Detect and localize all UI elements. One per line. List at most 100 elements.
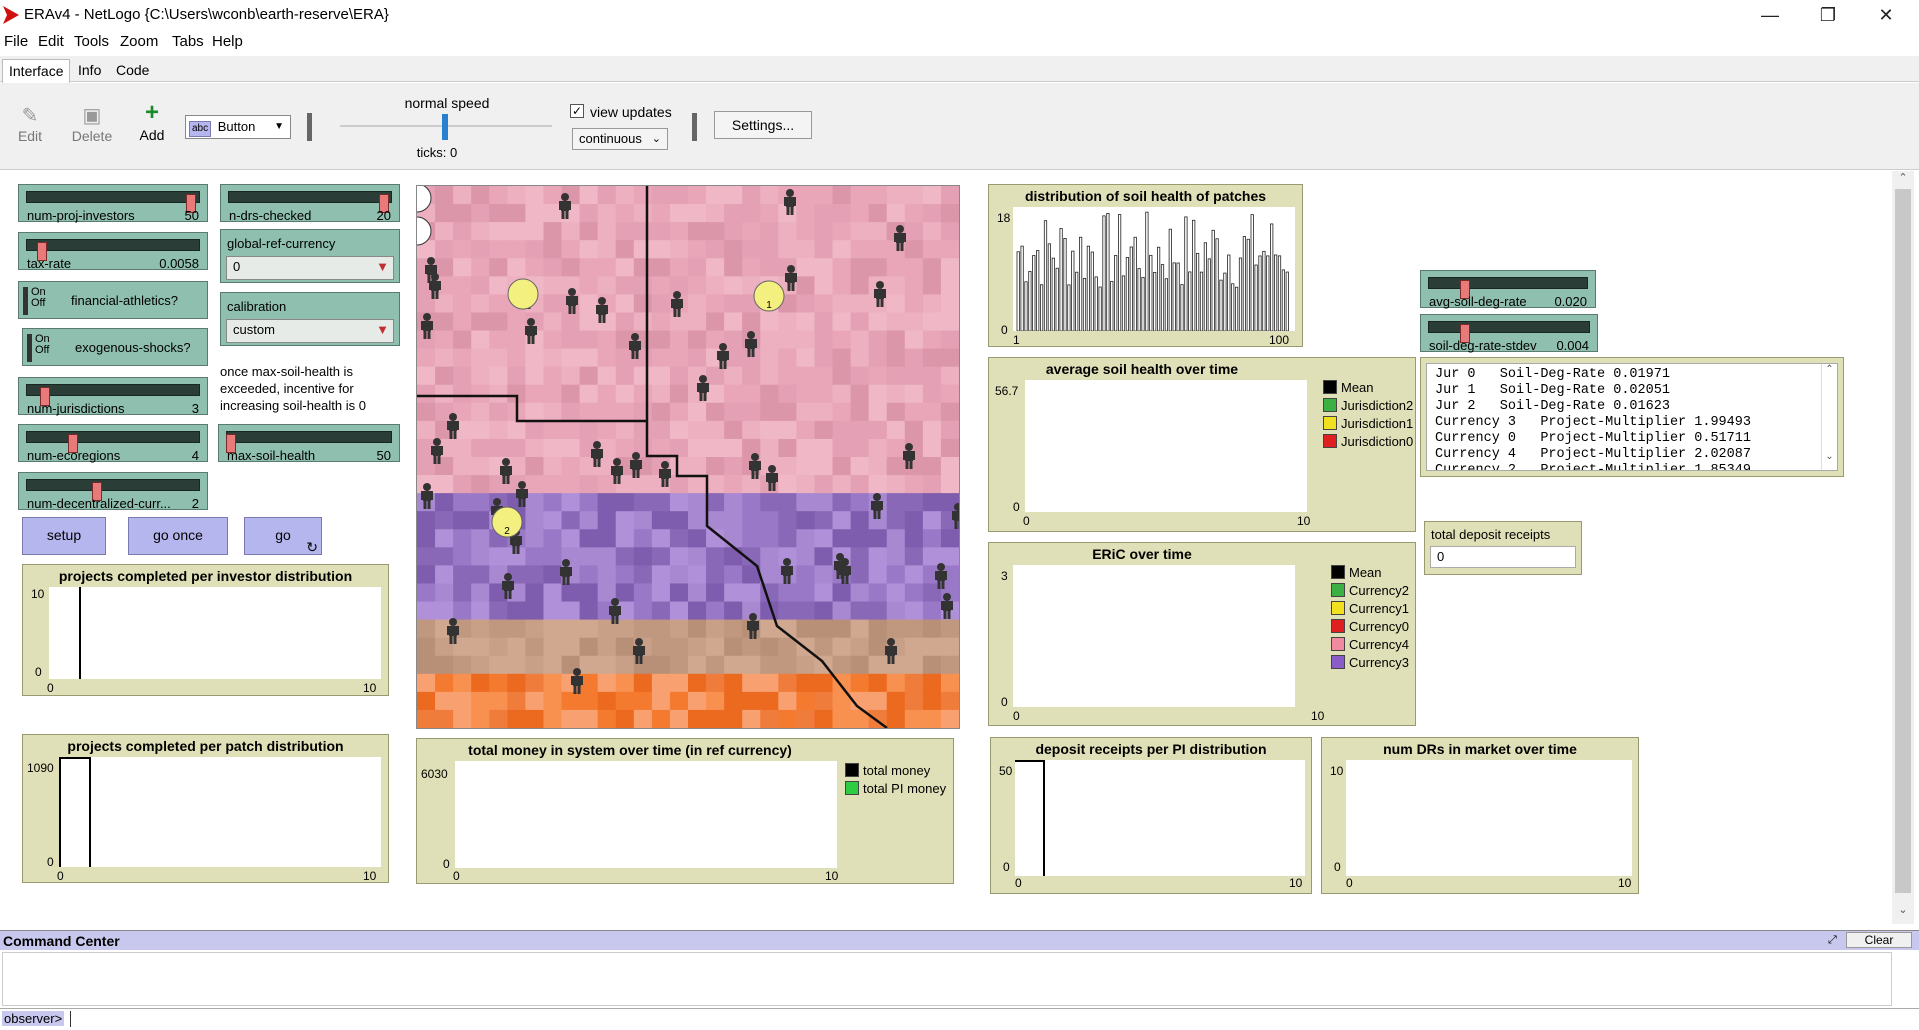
scrollbar-thumb[interactable] xyxy=(1895,189,1911,893)
menu-file[interactable]: File xyxy=(4,33,28,50)
slider-avg-soil-deg-rate[interactable]: avg-soil-deg-rate 0.020 xyxy=(1420,270,1596,309)
slider-num-jurisdictions[interactable]: num-jurisdictions 3 xyxy=(18,377,208,416)
legend-entry: Jurisdiction0 xyxy=(1323,434,1413,449)
edit-button[interactable]: ✎ Edit xyxy=(14,103,46,144)
slider-track[interactable] xyxy=(26,239,200,261)
slider-track[interactable] xyxy=(26,431,200,453)
expand-icon[interactable]: ⤢ xyxy=(1828,934,1837,947)
chooser-box[interactable]: 0 ▼ xyxy=(226,256,394,280)
legend-label: total money xyxy=(863,763,931,778)
chooser-calibration[interactable]: calibration custom ▼ xyxy=(220,292,400,346)
widget-type-dropdown[interactable]: abc Button ▼ xyxy=(185,115,291,139)
slider-num-decentralized-currencies[interactable]: num-decentralized-curr... 2 xyxy=(18,472,208,511)
setup-button[interactable]: setup xyxy=(22,517,106,555)
switch-toggle[interactable] xyxy=(27,334,32,362)
histogram-bar xyxy=(1106,213,1110,332)
slider-track[interactable] xyxy=(26,384,200,406)
slider-max-soil-health[interactable]: max-soil-health 50 xyxy=(218,424,400,463)
switch-financial-athletics[interactable]: On Off financial-athletics? xyxy=(18,281,208,319)
plot-investor-distribution[interactable]: projects completed per investor distribu… xyxy=(22,564,389,696)
switch-exogenous-shocks[interactable]: On Off exogenous-shocks? xyxy=(22,328,208,366)
y-max-tick: 56.7 xyxy=(995,384,1019,398)
monitor-total-deposit-receipts: total deposit receipts 0 xyxy=(1424,521,1582,575)
update-mode-dropdown[interactable]: continuous ⌄ xyxy=(572,128,668,150)
chevron-down-icon: ▼ xyxy=(274,121,284,132)
legend-swatch xyxy=(1323,416,1337,430)
chooser-box[interactable]: custom ▼ xyxy=(226,319,394,343)
legend-label: Mean xyxy=(1341,380,1374,395)
plot-total-money[interactable]: total money in system over time (in ref … xyxy=(416,738,954,884)
legend-entry: total money xyxy=(845,763,946,778)
settings-button[interactable]: Settings... xyxy=(714,111,812,139)
menu-zoom[interactable]: Zoom xyxy=(120,33,158,50)
slider-label: n-drs-checked xyxy=(229,208,312,223)
slider-track[interactable] xyxy=(1428,277,1588,299)
observer-prompt[interactable]: observer> xyxy=(2,1011,65,1026)
plot-num-drs-over-time[interactable]: num DRs in market over time 10 0 0 10 xyxy=(1321,737,1639,894)
slider-value: 50 xyxy=(184,208,199,223)
plot-average-soil-health[interactable]: average soil health over time 56.7 0 0 1… xyxy=(988,357,1416,532)
command-input[interactable] xyxy=(70,1011,1890,1027)
plot-patch-distribution[interactable]: projects completed per patch distributio… xyxy=(22,734,389,883)
slider-track[interactable] xyxy=(26,191,200,213)
minimize-button[interactable]: — xyxy=(1741,0,1799,30)
command-output[interactable] xyxy=(2,952,1892,1006)
go-button[interactable]: go ↻ xyxy=(244,517,322,555)
switch-label: exogenous-shocks? xyxy=(75,340,191,355)
slider-track[interactable] xyxy=(226,431,392,453)
chooser-global-ref-currency[interactable]: global-ref-currency 0 ▼ xyxy=(220,229,400,283)
edit-label: Edit xyxy=(17,128,43,144)
speed-slider-thumb[interactable] xyxy=(442,114,448,140)
tab-info[interactable]: Info xyxy=(72,59,107,82)
histogram-bar xyxy=(1184,216,1188,332)
close-button[interactable]: ✕ xyxy=(1857,0,1915,30)
clear-button[interactable]: Clear xyxy=(1846,932,1912,948)
scroll-up-icon[interactable]: ⌃ xyxy=(1892,171,1914,184)
plot-eric-over-time[interactable]: ERiC over time 3 0 0 10 Mean Currency2 Cur… xyxy=(988,542,1416,726)
window-title: ERAv4 - NetLogo {C:\Users\wconb\earth-re… xyxy=(24,6,389,23)
histogram-bar xyxy=(1153,271,1157,332)
plot-soil-health-distribution[interactable]: distribution of soil health of patches 1… xyxy=(988,184,1303,347)
scroll-down-icon[interactable]: ⌄ xyxy=(1892,903,1914,916)
world-view[interactable]: 12 xyxy=(416,185,960,729)
output-text-area[interactable]: Jur 0 Soil-Deg-Rate 0.01971 Jur 1 Soil-De… xyxy=(1426,363,1838,471)
chooser-label: global-ref-currency xyxy=(227,236,336,251)
slider-n-drs-checked[interactable]: n-drs-checked 20 xyxy=(220,184,400,223)
histogram-bar xyxy=(1195,252,1200,332)
slider-track[interactable] xyxy=(228,191,392,213)
slider-soil-deg-rate-stdev-box[interactable]: soil-deg-rate-stdev 0.004 xyxy=(1420,314,1598,353)
tab-code[interactable]: Code xyxy=(110,59,155,82)
slider-track[interactable] xyxy=(26,479,200,501)
menu-tools[interactable]: Tools xyxy=(74,33,109,50)
add-label: Add xyxy=(139,127,165,143)
switch-toggle[interactable] xyxy=(23,287,28,315)
go-once-button[interactable]: go once xyxy=(128,517,228,555)
interface-scrollbar[interactable]: ⌃ ⌄ xyxy=(1892,171,1914,924)
menu-tabs[interactable]: Tabs xyxy=(172,33,204,50)
histogram-bar xyxy=(1180,284,1184,332)
histogram-bar xyxy=(1063,238,1067,332)
output-line: Currency 0 Project-Multiplier 0.51711 xyxy=(1435,431,1751,446)
slider-track[interactable] xyxy=(1428,321,1590,343)
slider-tax-rate[interactable]: tax-rate 0.0058 xyxy=(18,232,208,271)
add-button[interactable]: + Add xyxy=(136,101,168,144)
slider-num-proj-investors[interactable]: num-proj-investors 50 xyxy=(18,184,208,223)
plot-area xyxy=(1015,760,1305,876)
output-scrollbar[interactable]: ⌃ ⌄ xyxy=(1821,364,1837,470)
restore-button[interactable]: ❐ xyxy=(1799,0,1857,30)
histogram-bar xyxy=(1223,272,1227,332)
command-center-title: Command Center xyxy=(3,933,120,949)
world-canvas[interactable]: 12 xyxy=(417,186,959,728)
delete-button[interactable]: ▣ Delete xyxy=(70,103,114,144)
histogram-bar xyxy=(1149,254,1153,332)
y-max-tick: 10 xyxy=(31,587,45,601)
histogram-bar xyxy=(1133,236,1137,332)
slider-num-ecoregions[interactable]: num-ecoregions 4 xyxy=(18,424,208,463)
plot-deposit-receipts-per-pi[interactable]: deposit receipts per PI distribution 50 … xyxy=(990,737,1312,894)
menu-help[interactable]: Help xyxy=(212,33,243,50)
view-updates-checkbox[interactable]: ✓ xyxy=(570,104,584,118)
menu-edit[interactable]: Edit xyxy=(38,33,64,50)
y-min-tick: 0 xyxy=(47,855,54,869)
legend-label: Jurisdiction0 xyxy=(1341,434,1414,449)
tab-interface[interactable]: Interface xyxy=(2,59,71,83)
